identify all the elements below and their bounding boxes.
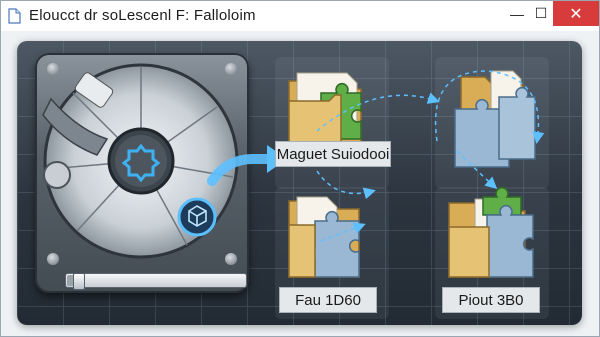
main-panel: Maguet Suiodooi Fau 1D60 Piout 3B0 [17, 41, 582, 325]
folder-puzzle-icon [448, 187, 534, 278]
disk-platter-icon [42, 63, 239, 259]
tile-top-right[interactable] [435, 57, 549, 189]
progress-bar [65, 273, 247, 290]
folder-puzzle-icon [288, 196, 360, 278]
window-title: Eloucct dr soLescenl F: Falloloim [29, 7, 256, 24]
folder-puzzle-icon [454, 70, 536, 168]
tile-label-bottom-left: Fau 1D60 [279, 287, 377, 313]
app-window: Eloucct dr soLescenl F: Falloloim — ☐ ✕ [0, 0, 600, 337]
close-button[interactable]: ✕ [553, 1, 599, 26]
tile-label-bottom-right: Piout 3B0 [442, 287, 540, 313]
hard-drive-illustration [35, 53, 249, 293]
tile-top-left[interactable] [275, 57, 389, 189]
title-bar[interactable]: Eloucct dr soLescenl F: Falloloim — ☐ ✕ [1, 1, 599, 31]
progress-handle[interactable] [72, 273, 85, 290]
document-icon [8, 8, 21, 24]
tile-label-top-left: Maguet Suiodooi [275, 141, 391, 167]
